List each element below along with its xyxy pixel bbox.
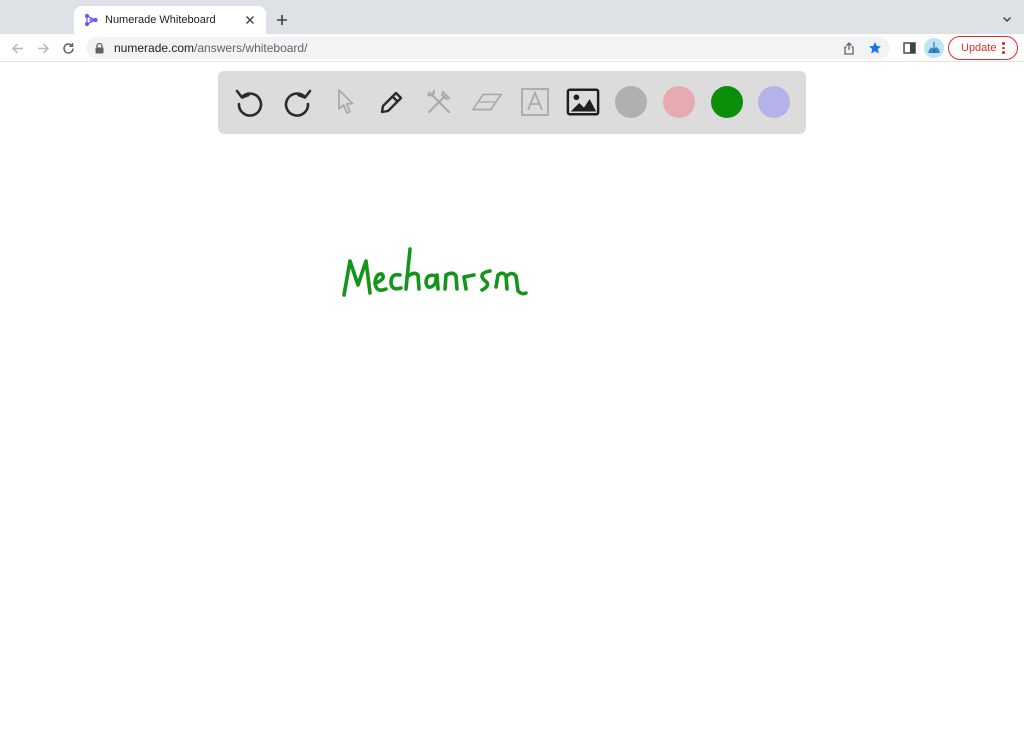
pointer-icon[interactable] [328,85,362,119]
browser-toolbar: numerade.com/answers/whiteboard/ Update [0,34,1024,62]
chevron-down-icon[interactable] [998,10,1016,28]
pen-icon[interactable] [375,85,409,119]
undo-icon[interactable] [233,85,267,119]
share-icon[interactable] [840,39,858,57]
update-button[interactable]: Update [948,36,1018,60]
forward-arrow-icon[interactable] [33,38,53,58]
update-button-label: Update [961,42,997,54]
url-text: numerade.com/answers/whiteboard/ [114,41,307,55]
tools-icon[interactable] [422,85,456,119]
color-swatch-lavender[interactable] [758,86,790,118]
address-bar[interactable]: numerade.com/answers/whiteboard/ [86,37,890,59]
tab-strip: Numerade Whiteboard [0,0,1024,34]
whiteboard-canvas[interactable] [0,63,1024,732]
whiteboard-toolbar [218,71,806,134]
more-menu-icon [1002,42,1005,54]
numerade-logo-icon [84,13,98,27]
url-path: /answers/whiteboard/ [194,41,308,55]
color-swatch-gray[interactable] [615,86,647,118]
text-icon[interactable] [518,85,552,119]
color-swatch-pink[interactable] [663,86,695,118]
image-icon[interactable] [566,85,600,119]
reload-icon[interactable] [58,38,78,58]
close-tab-icon[interactable] [242,12,258,28]
redo-icon[interactable] [280,85,314,119]
bookmark-star-icon[interactable] [866,39,884,57]
tab-numerade-whiteboard[interactable]: Numerade Whiteboard [74,6,266,34]
back-arrow-icon[interactable] [7,38,27,58]
url-host: numerade.com [114,41,195,55]
lock-icon[interactable] [95,42,107,54]
tab-title: Numerade Whiteboard [105,14,216,26]
handwritten-mechanism-stroke [342,247,528,297]
color-swatch-green[interactable] [711,86,743,118]
eraser-icon[interactable] [470,85,504,119]
side-panel-icon[interactable] [899,38,919,58]
profile-avatar[interactable] [924,38,944,58]
new-tab-plus-icon[interactable] [272,10,292,30]
